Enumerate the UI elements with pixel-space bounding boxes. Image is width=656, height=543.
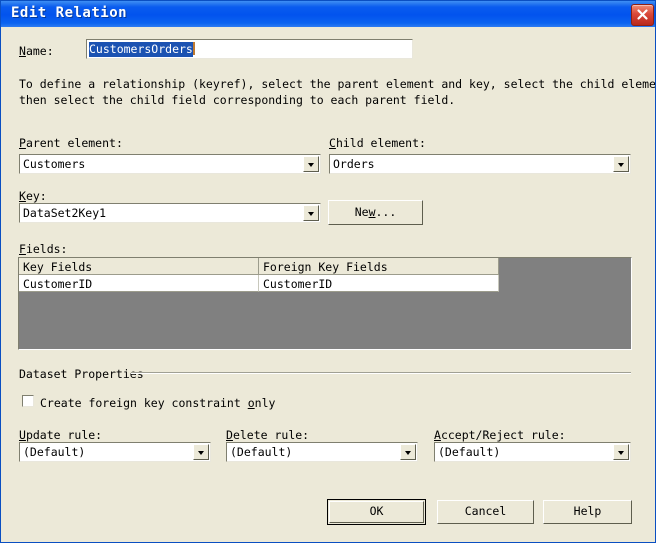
accept-reject-rule-select[interactable]: (Default)	[434, 442, 631, 462]
accept-reject-rule-value: (Default)	[438, 445, 501, 459]
window-title: Edit Relation	[11, 5, 128, 21]
foreign-key-constraint-checkbox[interactable]	[22, 395, 34, 407]
parent-element-value: Customers	[23, 157, 86, 171]
fields-grid[interactable]: Key Fields Foreign Key Fields CustomerID…	[18, 257, 632, 350]
column-header-key-fields: Key Fields	[19, 258, 259, 275]
cancel-button[interactable]: Cancel	[437, 500, 534, 524]
key-select[interactable]: DataSet2Key1	[19, 203, 321, 223]
chevron-down-icon[interactable]	[613, 444, 629, 460]
title-bar: Edit Relation	[1, 1, 655, 27]
name-label: Name:	[19, 44, 54, 58]
chevron-down-icon[interactable]	[193, 444, 209, 460]
delete-rule-select[interactable]: (Default)	[226, 442, 418, 462]
edit-relation-dialog: Edit Relation Name: CustomersOrders To d…	[0, 0, 656, 543]
child-element-label: Child element:	[329, 136, 426, 150]
text-caret	[192, 42, 195, 55]
close-icon[interactable]	[631, 4, 654, 26]
key-value: DataSet2Key1	[23, 206, 107, 220]
child-element-select[interactable]: Orders	[329, 154, 631, 174]
chevron-down-icon[interactable]	[400, 444, 416, 460]
description-line-1: To define a relationship (keyref), selec…	[19, 77, 656, 91]
name-input-text: CustomersOrders	[89, 42, 195, 57]
update-rule-select[interactable]: (Default)	[19, 442, 211, 462]
key-label: Key:	[19, 189, 47, 203]
accept-reject-rule-label: Accept/Reject rule:	[434, 428, 566, 442]
ok-button-default-frame: OK	[327, 499, 426, 525]
fields-grid-header: Key Fields Foreign Key Fields	[19, 258, 499, 275]
help-button[interactable]: Help	[543, 500, 632, 524]
delete-rule-value: (Default)	[230, 445, 293, 459]
new-key-button[interactable]: Ne w...	[328, 200, 423, 225]
child-element-value: Orders	[333, 157, 375, 171]
description-line-2: then select the child field correspondin…	[19, 93, 456, 107]
chevron-down-icon[interactable]	[613, 156, 629, 172]
chevron-down-icon[interactable]	[303, 156, 319, 172]
parent-element-select[interactable]: Customers	[19, 154, 321, 174]
foreign-key-constraint-label[interactable]: Create foreign key constraint only	[40, 396, 275, 410]
table-row[interactable]: CustomerID CustomerID	[19, 275, 499, 292]
cell-key-field[interactable]: CustomerID	[19, 275, 259, 292]
name-input-value: CustomersOrders	[89, 42, 193, 57]
parent-element-label: Parent element:	[19, 136, 123, 150]
ok-button[interactable]: OK	[329, 501, 424, 523]
delete-rule-label: Delete rule:	[226, 428, 310, 442]
chevron-down-icon[interactable]	[303, 205, 319, 221]
cell-foreign-key-field[interactable]: CustomerID	[259, 275, 499, 292]
fields-label: Fields:	[19, 242, 68, 256]
update-rule-value: (Default)	[23, 445, 86, 459]
groupbox-divider	[131, 372, 631, 374]
update-rule-label: Update rule:	[19, 428, 103, 442]
dataset-properties-title: Dataset Properties	[19, 367, 148, 381]
name-input[interactable]: CustomersOrders	[86, 39, 413, 59]
column-header-foreign-key-fields: Foreign Key Fields	[259, 258, 499, 275]
